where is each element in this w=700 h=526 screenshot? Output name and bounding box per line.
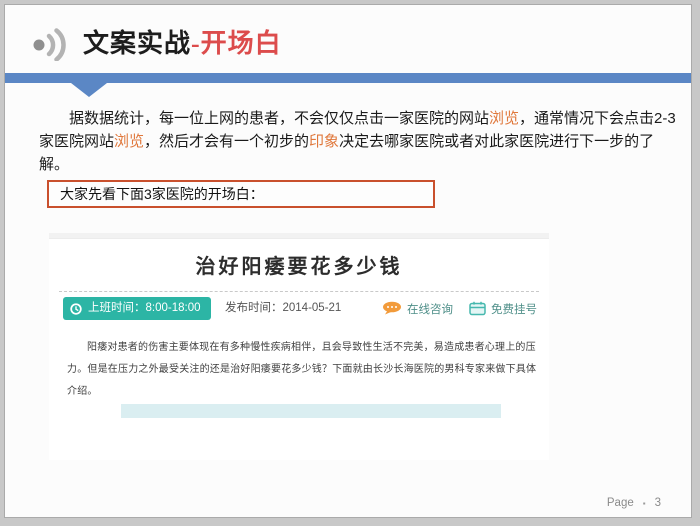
text-segment: 决定去哪家医院或者对此家医院进行下一步的了	[339, 133, 654, 150]
dashed-separator	[59, 291, 539, 292]
text-selection-highlight	[121, 404, 501, 418]
slide: 文案实战-开场白 据数据统计，每一位上网的患者，不会仅仅点击一家医院的网站浏览，…	[4, 4, 692, 518]
free-register-link[interactable]: 免费挂号	[469, 301, 537, 317]
footer-page-label: Page	[607, 497, 634, 509]
text-segment: 印象	[309, 133, 339, 150]
footer-separator: ▪	[643, 499, 646, 508]
webpage-meta-row: 上班时间：8:00-18:00 发布时间：2014-05-21 在线咨询	[63, 297, 537, 321]
webpage-article-title: 治好阳痿要花多少钱	[49, 250, 549, 279]
intro-paragraph: 据数据统计，每一位上网的患者，不会仅仅点击一家医院的网站浏览，通常情况下会点击2…	[39, 107, 687, 176]
publish-time: 发布时间：2014-05-21	[225, 297, 341, 320]
text-segment: 浏览	[114, 133, 144, 150]
work-time-badge: 上班时间：8:00-18:00	[63, 297, 211, 320]
text-segment: 介绍。	[67, 386, 98, 397]
callout-box: 大家先看下面3家医院的开场白：	[47, 180, 435, 208]
text-segment: 力。但是在压力之外最受关注的还是治好阳痿要花多少钱？下面就由长沙长海医院的男科专…	[67, 364, 536, 375]
text-segment: ，通常情况下会点击2-3	[519, 110, 676, 127]
webpage-screenshot: 治好阳痿要花多少钱 上班时间：8:00-18:00 发布时间：2014-05-2…	[49, 233, 549, 460]
page-footer: Page ▪ 3	[607, 497, 661, 509]
free-register-label: 免费挂号	[491, 301, 537, 317]
footer-page-number: 3	[655, 497, 661, 509]
work-time-text: 上班时间：8:00-18:00	[88, 297, 201, 320]
text-segment: 阳痿对患者的伤害主要体现在有多种慢性疾病相伴，且会导致性生活不完美，易造成患者心…	[87, 342, 536, 353]
online-consult-link[interactable]: 在线咨询	[382, 301, 453, 317]
page-title-main: 文案实战	[83, 29, 191, 58]
title-divider-bar	[5, 73, 691, 83]
clock-icon	[69, 302, 83, 316]
text-segment: 解。	[39, 156, 69, 173]
webpage-article-body: 阳痿对患者的伤害主要体现在有多种慢性疾病相伴，且会导致性生活不完美，易造成患者心…	[67, 337, 539, 403]
text-segment: ，然后才会有一个初步的	[144, 133, 309, 150]
page-title: 文案实战-开场白	[83, 23, 282, 60]
text-segment: 家医院网站	[39, 133, 114, 150]
webpage-action-links: 在线咨询 免费挂号	[382, 297, 537, 320]
page-title-accent: -开场白	[191, 29, 282, 58]
text-segment: 浏览	[489, 110, 519, 127]
sound-waves-icon	[29, 27, 77, 66]
webpage-top-strip	[49, 233, 549, 239]
chat-bubble-icon	[382, 301, 402, 316]
callout-text: 大家先看下面3家医院的开场白：	[60, 186, 264, 202]
text-segment: 据数据统计，每一位上网的患者，不会仅仅点击一家医院的网站	[69, 110, 489, 127]
divider-pointer	[71, 83, 107, 97]
online-consult-label: 在线咨询	[407, 301, 453, 317]
calendar-icon	[469, 301, 486, 316]
